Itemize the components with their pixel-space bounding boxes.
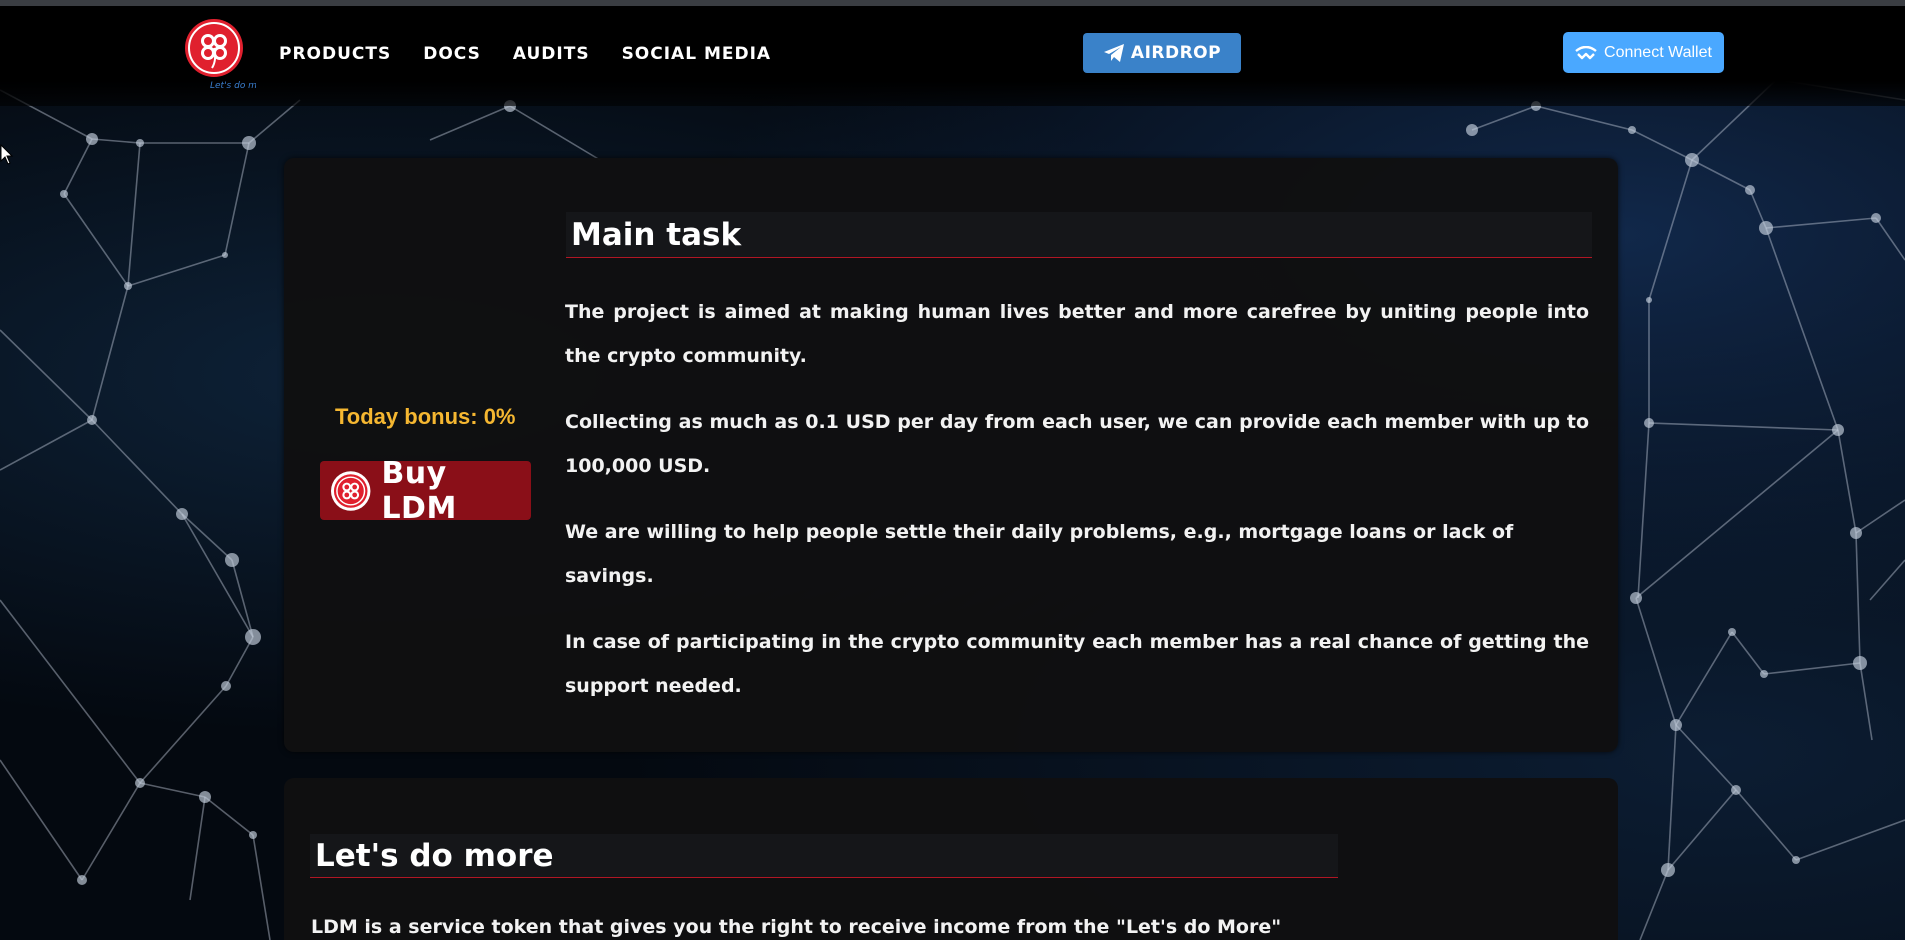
walletconnect-icon — [1575, 45, 1597, 59]
clover-coin-icon — [330, 470, 371, 511]
today-bonus-text: Today bonus: 0% — [335, 404, 516, 429]
logo-clover-icon[interactable]: Let's do more — [184, 16, 256, 92]
lets-do-more-intro: LDM is a service token that gives you th… — [311, 916, 1282, 938]
logo-tagline: Let's do more — [210, 81, 256, 91]
main-task-paragraph: Collecting as much as 0.1 USD per day fr… — [565, 411, 1589, 477]
telegram-plane-icon — [1103, 44, 1124, 62]
mouse-cursor-icon — [0, 144, 14, 165]
main-task-paragraph: In case of participating in the crypto c… — [565, 631, 1589, 697]
connect-wallet-button[interactable]: Connect Wallet — [1563, 32, 1724, 73]
buy-ldm-button[interactable]: Buy LDM — [320, 456, 531, 526]
page: Let's do more PRODUCTS DOCS AUDITS SOCIA… — [0, 0, 1905, 940]
site-header: Let's do more PRODUCTS DOCS AUDITS SOCIA… — [0, 6, 1905, 106]
nav-docs[interactable]: DOCS — [423, 44, 481, 64]
airdrop-button[interactable]: AIRDROP — [1083, 33, 1241, 73]
nav-products[interactable]: PRODUCTS — [279, 44, 391, 64]
airdrop-label: AIRDROP — [1130, 43, 1222, 63]
lets-do-more-title: Let's do more — [310, 834, 1338, 878]
main-task-paragraph: The project is aimed at making human liv… — [565, 301, 1589, 367]
main-task-text: The project is aimed at making human liv… — [565, 290, 1589, 730]
main-task-paragraph: We are willing to help people settle the… — [565, 521, 1514, 587]
connect-wallet-label: Connect Wallet — [1604, 43, 1712, 61]
buy-ldm-label: Buy LDM — [381, 455, 457, 526]
main-task-title: Main task — [566, 212, 1592, 258]
nav-social-media[interactable]: SOCIAL MEDIA — [622, 44, 772, 64]
nav-audits[interactable]: AUDITS — [513, 44, 590, 64]
main-nav: PRODUCTS DOCS AUDITS SOCIAL MEDIA — [279, 44, 803, 64]
